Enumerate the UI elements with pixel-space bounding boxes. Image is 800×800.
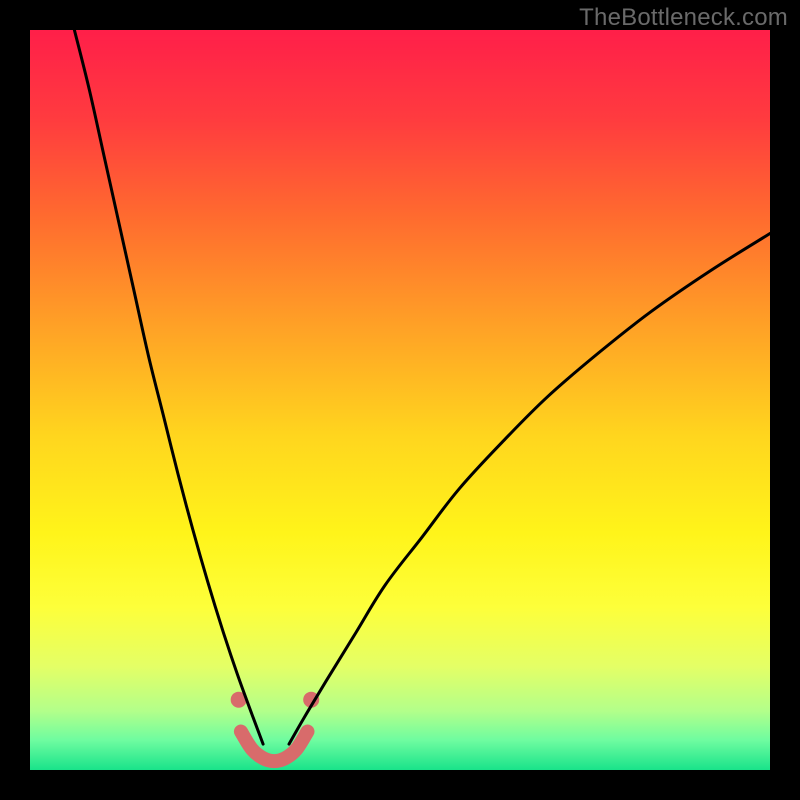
curve-right-branch	[289, 234, 770, 745]
watermark-text: TheBottleneck.com	[579, 4, 788, 32]
plot-area	[30, 30, 770, 770]
curve-left-branch	[74, 30, 263, 744]
curve-layer	[30, 30, 770, 770]
trough-highlight	[241, 732, 308, 762]
chart-frame: TheBottleneck.com	[0, 0, 800, 800]
